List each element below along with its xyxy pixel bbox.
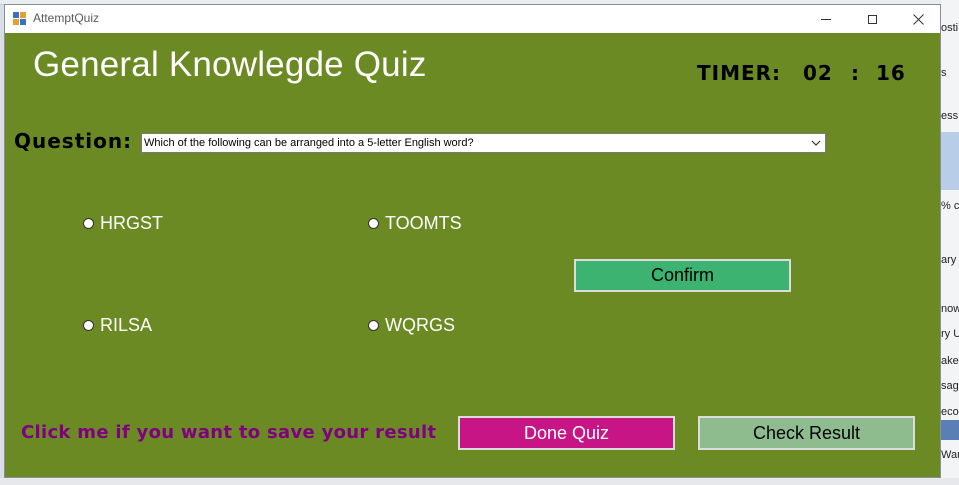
bg-fragment: s: [941, 67, 947, 79]
bg-fragment: ry U: [941, 328, 959, 340]
bg-fragment: ake: [941, 355, 959, 367]
answer-option-1[interactable]: HRGST: [83, 213, 163, 234]
radio-button[interactable]: [368, 320, 379, 331]
chevron-down-icon: [811, 140, 821, 146]
minimize-button[interactable]: [803, 5, 849, 33]
bg-fragment: osti: [941, 22, 959, 34]
radio-button[interactable]: [83, 320, 94, 331]
question-dropdown[interactable]: Which of the following can be arranged i…: [141, 133, 826, 153]
answer-option-3[interactable]: RILSA: [83, 315, 152, 336]
app-icon: [13, 12, 27, 26]
bg-fragment: ary: [941, 254, 957, 266]
page-title: General Knowlegde Quiz: [33, 45, 427, 84]
timer-minutes: 02: [803, 61, 833, 85]
timer-seconds: 16: [876, 61, 906, 85]
option-label: WQRGS: [385, 315, 455, 335]
check-result-button[interactable]: Check Result: [698, 416, 915, 450]
close-icon: [912, 13, 924, 25]
option-label: TOOMTS: [385, 213, 462, 233]
maximize-button[interactable]: [849, 5, 895, 33]
answer-option-2[interactable]: TOOMTS: [368, 213, 462, 234]
title-bar[interactable]: AttemptQuiz: [5, 5, 940, 33]
bg-fragment: sag: [941, 380, 959, 392]
background-window-fragment: osti s ess % c ary now ry U ake sag ecor…: [941, 0, 959, 485]
timer-separator: :: [851, 61, 860, 85]
bg-fragment: % c: [941, 200, 959, 212]
close-button[interactable]: [895, 5, 941, 33]
attempt-quiz-window: AttemptQuiz General Knowlegde Quiz TIMER…: [4, 4, 941, 478]
bg-panel: [941, 132, 959, 190]
question-label: Question:: [14, 129, 133, 153]
bg-fragment: War: [941, 449, 959, 461]
maximize-icon: [867, 14, 877, 24]
timer-label: TIMER:: [697, 61, 782, 85]
done-quiz-button[interactable]: Done Quiz: [458, 416, 675, 450]
bg-fragment: ess: [941, 110, 959, 122]
window-title: AttemptQuiz: [33, 11, 100, 25]
minimize-icon: [821, 18, 831, 20]
bg-panel: [941, 420, 959, 440]
option-label: HRGST: [100, 213, 163, 233]
question-text: Which of the following can be arranged i…: [144, 137, 474, 149]
radio-button[interactable]: [368, 218, 379, 229]
bg-fragment: now: [941, 303, 959, 315]
confirm-button[interactable]: Confirm: [574, 259, 791, 292]
radio-button[interactable]: [83, 218, 94, 229]
answer-option-4[interactable]: WQRGS: [368, 315, 455, 336]
option-label: RILSA: [100, 315, 153, 335]
bg-fragment: ecor: [941, 406, 959, 418]
background-window-fragment: [0, 478, 959, 485]
quiz-form: General Knowlegde Quiz TIMER: 02 : 16 Qu…: [5, 33, 940, 477]
save-result-link[interactable]: Click me if you want to save your result: [21, 422, 436, 443]
